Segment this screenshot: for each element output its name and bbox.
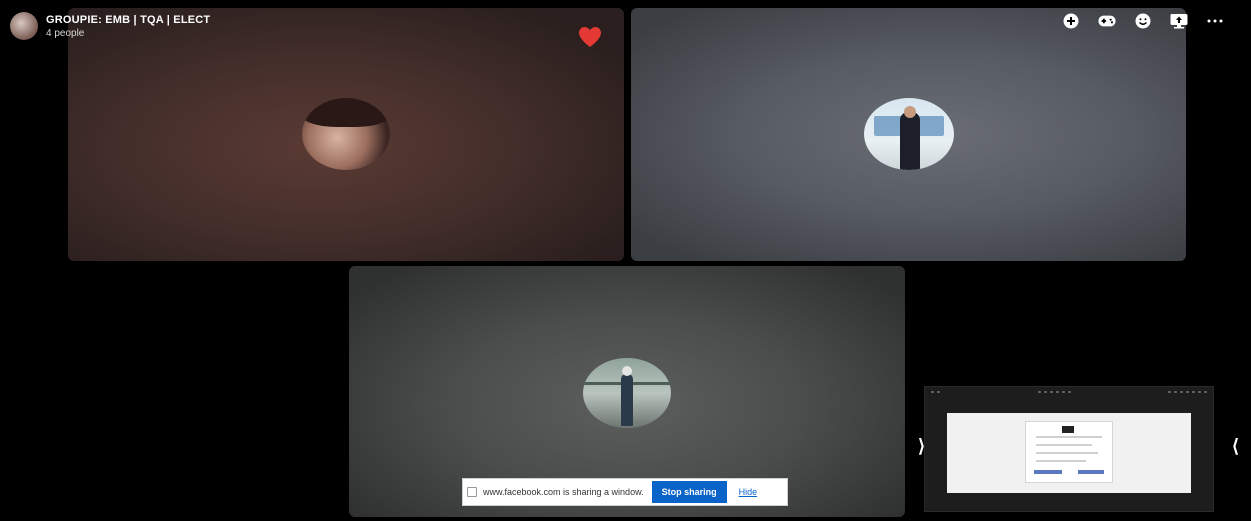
group-title: GROUPIE: EMB | TQA | ELECT <box>46 13 211 26</box>
screen-share-icon[interactable] <box>1170 12 1188 30</box>
add-circle-icon[interactable] <box>1062 12 1080 30</box>
heart-icon <box>579 27 601 47</box>
participant-avatar <box>302 98 390 170</box>
chevron-left-icon[interactable]: ⟨ <box>1232 436 1239 457</box>
window-icon <box>467 487 477 497</box>
call-toolbar <box>1062 12 1224 30</box>
sharing-message: www.facebook.com is sharing a window. <box>483 487 644 497</box>
hide-link[interactable]: Hide <box>739 487 758 497</box>
participant-tile-2[interactable] <box>631 8 1186 261</box>
group-avatar-icon[interactable] <box>10 12 38 40</box>
preview-window-bar <box>925 387 1213 397</box>
screen-share-preview[interactable] <box>924 386 1214 512</box>
participant-tile-1[interactable] <box>68 8 624 261</box>
call-header: GROUPIE: EMB | TQA | ELECT 4 people <box>10 12 210 40</box>
stop-sharing-button[interactable]: Stop sharing <box>651 481 727 503</box>
shared-window-thumbnail <box>947 413 1191 493</box>
sharing-notification-bar: www.facebook.com is sharing a window. St… <box>462 478 788 506</box>
header-text: GROUPIE: EMB | TQA | ELECT 4 people <box>46 14 210 39</box>
emoji-icon[interactable] <box>1134 12 1152 30</box>
participant-avatar <box>864 98 954 170</box>
participant-count: 4 people <box>46 27 85 39</box>
participant-avatar <box>583 358 671 428</box>
gamepad-icon[interactable] <box>1098 12 1116 30</box>
shared-window-card <box>1025 421 1113 483</box>
more-options-icon[interactable] <box>1206 12 1224 30</box>
